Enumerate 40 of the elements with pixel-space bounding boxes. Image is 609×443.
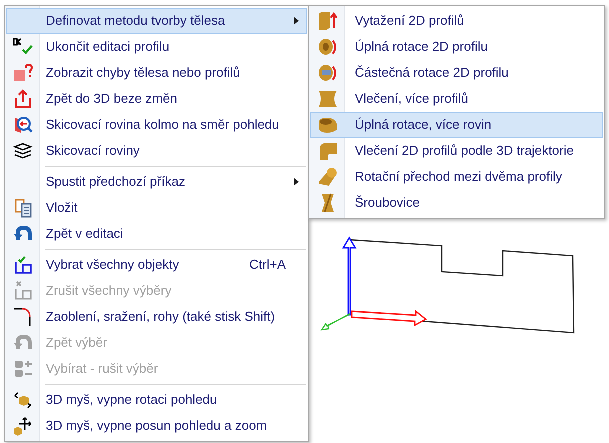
export-icon (13, 89, 33, 109)
menu-item[interactable]: 3D myš, vypne posun pohledu a zoom (6, 413, 307, 439)
extrude-icon (316, 10, 338, 32)
menu-item[interactable]: Zpět v editaci (6, 221, 307, 247)
menu-item[interactable]: Skicovací roviny (6, 138, 307, 164)
partial-revolve-icon (316, 62, 338, 84)
shortcut-text: Ctrl+A (250, 256, 286, 274)
layers-icon (13, 141, 33, 161)
submenu-item[interactable]: Vytažení 2D profilů (310, 8, 603, 34)
menu-item[interactable]: Zobrazit chyby tělesa nebo profilů (6, 60, 307, 86)
deselect-icon (13, 281, 33, 301)
menu-item[interactable]: Definovat metodu tvorby tělesa (6, 8, 307, 34)
menu-item[interactable]: Zpět do 3D beze změn (6, 86, 307, 112)
loft-icon (316, 88, 338, 110)
submenu-arrow-icon (294, 17, 299, 25)
transition-icon (316, 166, 338, 188)
paste-icon (13, 198, 33, 218)
menu-item[interactable]: Ukončit editaci profilu (6, 34, 307, 60)
submenu-item[interactable]: Rotační přechod mezi dvěma profily (310, 164, 603, 190)
menu-item[interactable]: Vložit (6, 195, 307, 221)
rotate-cube-icon (13, 390, 33, 410)
revolve-icon (316, 36, 338, 58)
error-question-icon (13, 63, 33, 83)
fillet-icon (13, 307, 33, 327)
submenu-item[interactable]: Vlečení, více profilů (310, 86, 603, 112)
selection-toggle-icon (13, 359, 33, 379)
menu-item[interactable]: Vybrat všechny objekty Ctrl+A (6, 252, 307, 278)
submenu-item[interactable]: Šroubovice (310, 190, 603, 216)
submenu-item[interactable]: Úplná rotace 2D profilu (310, 34, 603, 60)
move-cube-icon (13, 416, 33, 436)
select-all-icon (13, 255, 33, 275)
submenu-item[interactable]: Částečná rotace 2D profilu (310, 60, 603, 86)
submenu-item[interactable]: Vlečení 2D profilů podle 3D trajektorie (310, 138, 603, 164)
menu-item[interactable]: Skicovací rovina kolmo na směr pohledu (6, 112, 307, 138)
menu-item[interactable]: Spustit předchozí příkaz (6, 169, 307, 195)
menu-item[interactable]: 3D myš, vypne rotaci pohledu (6, 387, 307, 413)
menu-item[interactable]: Zaoblení, sražení, rohy (také stisk Shift) (6, 304, 307, 330)
submenu-arrow-icon (294, 178, 299, 186)
submenu-item[interactable]: Úplná rotace, více rovin (310, 112, 603, 138)
view-plane-icon (13, 115, 33, 135)
